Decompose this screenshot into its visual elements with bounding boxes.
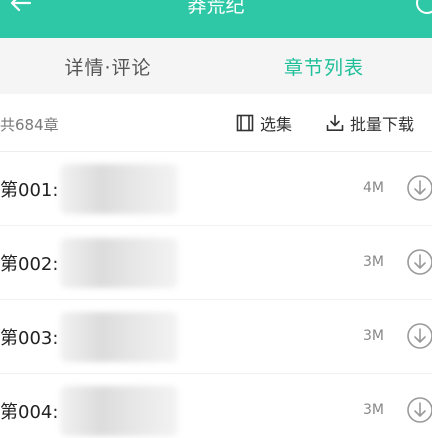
download-circle-icon[interactable] — [406, 246, 432, 278]
chapter-count: 共684章 — [0, 116, 59, 134]
circle-icon[interactable] — [414, 0, 432, 16]
chapter-title: 第002: — [0, 254, 59, 275]
chapter-row-003[interactable]: 第003: 3M — [0, 300, 432, 374]
blurred-chapter-name — [60, 312, 178, 362]
chapter-row-002[interactable]: 第002: 3M — [0, 226, 432, 300]
chapter-size: 3M — [363, 254, 384, 270]
chapter-row-001[interactable]: 第001: 4M — [0, 152, 432, 226]
download-tray-icon — [326, 114, 344, 131]
chapter-title: 第003: — [0, 328, 59, 349]
chapter-size: 3M — [363, 328, 384, 344]
chapter-list: 第001: 4M 第002: 3M 第003: 3M 第004: 3M — [0, 152, 432, 438]
tab-details-comments[interactable]: 详情·评论 — [0, 38, 216, 94]
tab-bar: 详情·评论 章节列表 — [0, 38, 432, 94]
batch-download-label: 批量下载 — [350, 115, 415, 134]
blurred-chapter-name — [60, 238, 178, 288]
blurred-chapter-name — [60, 386, 178, 436]
chapter-toolbar: 共684章 选集 批量下载 — [0, 94, 432, 152]
download-circle-icon[interactable] — [406, 394, 432, 426]
top-bar: 莽荒纪 — [0, 0, 432, 38]
chapter-size: 4M — [363, 180, 384, 196]
select-episodes-button[interactable]: 选集 — [236, 111, 292, 135]
download-circle-icon[interactable] — [406, 320, 432, 352]
chapter-list-page: 莽荒纪 详情·评论 章节列表 共684章 选集 批量下载 第001: 4M 第0… — [0, 0, 432, 438]
page-title: 莽荒纪 — [187, 0, 245, 17]
list-select-icon — [236, 114, 254, 132]
chapter-title: 第001: — [0, 180, 59, 201]
chapter-size: 3M — [363, 402, 384, 418]
download-circle-icon[interactable] — [406, 172, 432, 204]
chapter-title: 第004: — [0, 402, 59, 423]
tab-chapter-list[interactable]: 章节列表 — [216, 38, 432, 94]
blurred-chapter-name — [60, 164, 178, 214]
select-episodes-label: 选集 — [260, 115, 293, 134]
chapter-row-004[interactable]: 第004: 3M — [0, 374, 432, 438]
batch-download-button[interactable]: 批量下载 — [326, 111, 414, 135]
